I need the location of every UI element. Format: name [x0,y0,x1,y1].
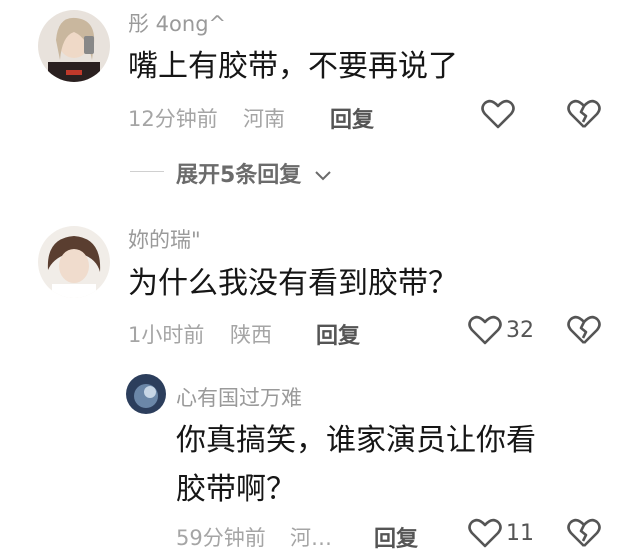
broken-heart-icon[interactable] [567,517,601,553]
reply-comment: 心有国过万难 你真搞笑，谁家演员让你看 胶带啊？ 59分钟前 河… 回复 11 [0,0,640,553]
location: 河… [290,526,332,550]
avatar[interactable] [126,374,166,414]
reply-button[interactable]: 回复 [374,521,418,553]
comment-text-line-1: 你真搞笑，谁家演员让你看 [176,423,536,458]
timestamp: 59分钟前 [176,526,266,550]
like-count: 11 [506,521,534,546]
comment-text-line-2: 胶带啊？ [176,472,296,507]
username[interactable]: 心有国过万难 [176,382,302,412]
heart-icon[interactable] [468,517,502,553]
